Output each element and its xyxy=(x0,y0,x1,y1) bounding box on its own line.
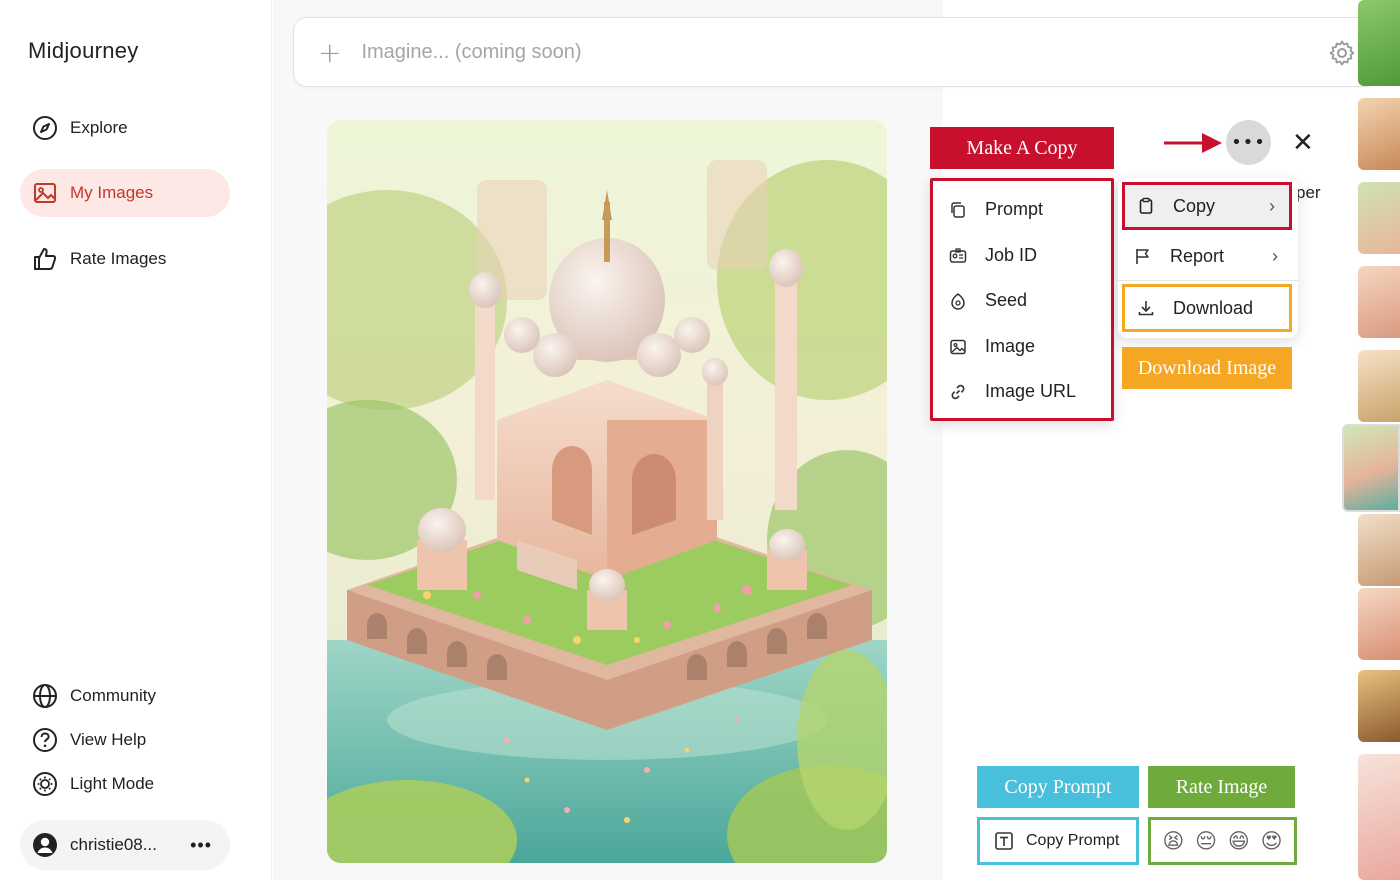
thumbnail[interactable] xyxy=(1358,754,1400,880)
help-icon xyxy=(33,728,57,752)
menu-item-label: Image xyxy=(985,336,1036,356)
thumbnail-strip xyxy=(1342,0,1400,880)
menu-divider xyxy=(1118,280,1298,281)
clipboard-icon xyxy=(1139,197,1153,214)
copy-prompt-button[interactable]: Copy Prompt xyxy=(977,817,1139,865)
thumbnail[interactable] xyxy=(1358,514,1400,586)
plus-icon[interactable]: + xyxy=(318,36,341,69)
username: christie08... xyxy=(70,835,157,854)
nav-light-mode[interactable]: Light Mode xyxy=(32,771,154,797)
rating-sad-icon[interactable]: 😔 xyxy=(1195,829,1217,853)
annotation-download-image: Download Image xyxy=(1122,347,1292,389)
nav-label: My Images xyxy=(70,183,154,202)
image-icon xyxy=(950,339,966,354)
close-button[interactable]: ✕ xyxy=(1292,128,1314,158)
copy-prompt-label: Copy Prompt xyxy=(1026,832,1120,849)
menu-item-seed[interactable]: Seed xyxy=(949,290,1027,311)
chevron-right-icon: › xyxy=(1272,245,1278,266)
menu-item-image-url[interactable]: Image URL xyxy=(949,381,1076,402)
annotation-copy-prompt: Copy Prompt xyxy=(977,766,1139,808)
thumbs-up-icon xyxy=(34,248,57,270)
seed-icon xyxy=(951,292,965,310)
menu-item-label: Report xyxy=(1170,245,1225,266)
generated-image[interactable] xyxy=(327,120,887,863)
sun-icon xyxy=(33,772,57,796)
menu-item-download[interactable]: Download xyxy=(1122,284,1292,332)
thumbnail[interactable] xyxy=(1358,350,1400,422)
menu-item-image[interactable]: Image xyxy=(949,336,1035,357)
menu-item-job-id[interactable]: Job ID xyxy=(949,245,1037,266)
nav-label: Light Mode xyxy=(70,774,155,793)
compass-icon xyxy=(33,116,57,140)
imagine-input[interactable]: Imagine... (coming soon) xyxy=(361,41,581,64)
partial-label: per xyxy=(1296,183,1321,202)
menu-item-label: Download xyxy=(1173,297,1254,318)
nav-label: Rate Images xyxy=(70,249,167,268)
thumbnail[interactable] xyxy=(1358,588,1400,660)
gear-icon[interactable] xyxy=(1328,39,1356,67)
options-menu: Copy › Report › Download xyxy=(1118,178,1298,338)
thumbnail[interactable] xyxy=(1358,0,1400,86)
nav-view-help[interactable]: View Help xyxy=(32,727,146,753)
copy-icon xyxy=(951,201,965,218)
menu-item-label: Copy xyxy=(1173,195,1216,216)
download-icon xyxy=(1138,301,1154,316)
chevron-right-icon: › xyxy=(1269,195,1275,216)
flag-icon xyxy=(1136,249,1149,264)
user-menu[interactable]: christie08... ••• xyxy=(20,820,230,870)
rating-happy-icon[interactable]: 😄 xyxy=(1228,829,1250,853)
nav-label: View Help xyxy=(70,730,147,749)
thumbnail[interactable] xyxy=(1358,670,1400,742)
id-card-icon xyxy=(949,247,967,263)
copy-submenu: Prompt Job ID Seed Image Image URL xyxy=(930,178,1114,421)
rating-tired-icon[interactable]: 😫 xyxy=(1162,829,1184,853)
thumbnail[interactable] xyxy=(1358,182,1400,254)
globe-icon xyxy=(33,684,57,708)
image-icon xyxy=(34,183,56,203)
thumbnail[interactable] xyxy=(1358,98,1400,170)
arrow-right-icon xyxy=(1164,133,1222,153)
user-more-icon[interactable]: ••• xyxy=(190,835,212,856)
menu-item-report[interactable]: Report › xyxy=(1122,234,1292,278)
nav-label: Community xyxy=(70,686,156,705)
more-options-button[interactable]: ••• xyxy=(1226,120,1271,165)
menu-item-label: Seed xyxy=(985,290,1028,310)
avatar-icon xyxy=(33,833,57,857)
menu-item-copy[interactable]: Copy › xyxy=(1122,182,1292,230)
rating-love-icon[interactable]: 😍 xyxy=(1261,829,1283,853)
app-logo[interactable]: Midjourney xyxy=(28,38,139,64)
nav-rate-images[interactable]: Rate Images xyxy=(20,235,230,283)
rating-bar: 😫 😔 😄 😍 xyxy=(1148,817,1297,865)
thumbnail-selected[interactable] xyxy=(1342,424,1400,512)
menu-item-label: Prompt xyxy=(985,199,1044,219)
nav-my-images[interactable]: My Images xyxy=(20,169,230,217)
link-icon xyxy=(951,384,965,399)
nav-community[interactable]: Community xyxy=(32,683,156,709)
sidebar: Midjourney Explore My Images Rate Images… xyxy=(0,0,272,880)
thumbnail[interactable] xyxy=(1358,266,1400,338)
menu-item-label: Job ID xyxy=(985,245,1038,265)
menu-item-prompt[interactable]: Prompt xyxy=(949,199,1043,220)
nav-explore[interactable]: Explore xyxy=(20,104,230,152)
nav-label: Explore xyxy=(70,118,128,137)
menu-item-label: Image URL xyxy=(985,381,1077,401)
text-icon xyxy=(995,832,1013,850)
imagine-bar[interactable]: + Imagine... (coming soon) xyxy=(293,17,1379,87)
annotation-make-copy: Make A Copy xyxy=(930,127,1114,169)
annotation-rate-image: Rate Image xyxy=(1148,766,1295,808)
